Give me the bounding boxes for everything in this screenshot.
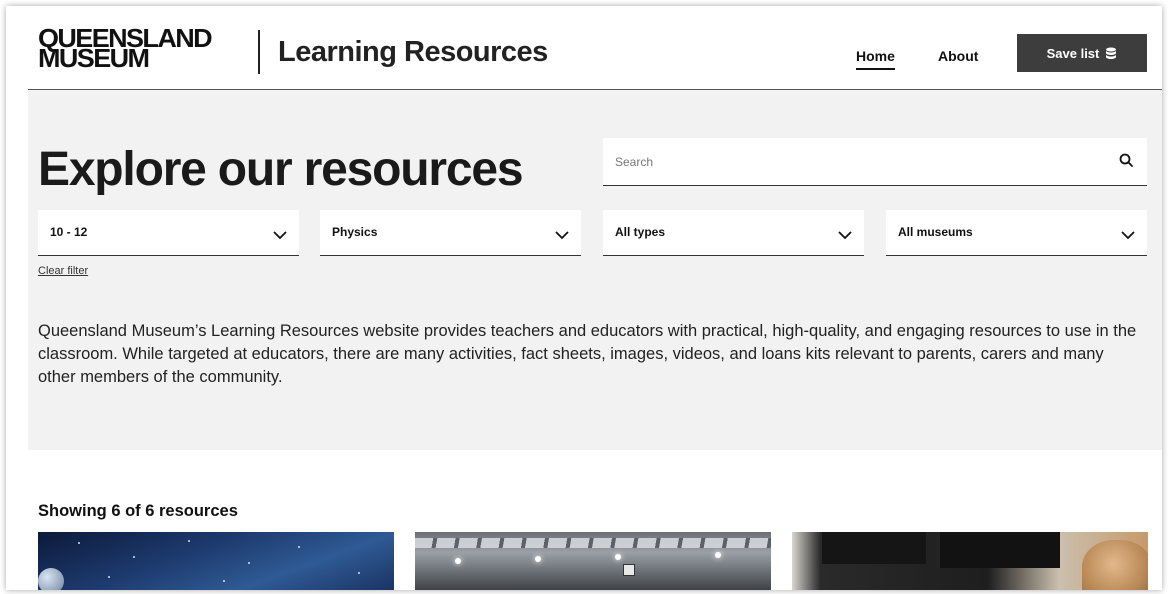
chevron-down-icon: [1121, 227, 1135, 245]
search-icon[interactable]: [1119, 153, 1133, 172]
chevron-down-icon: [555, 227, 569, 245]
nav-home-link[interactable]: Home: [856, 48, 895, 70]
filter-subject[interactable]: Physics: [320, 210, 581, 256]
chevron-down-icon: [273, 227, 287, 245]
browser-frame: QUEENSLAND MUSEUM Learning Resources Hom…: [6, 6, 1162, 590]
save-list-button[interactable]: Save list: [1017, 34, 1147, 72]
filter-year-level-value: 10 - 12: [50, 225, 88, 239]
resource-card-image[interactable]: [792, 532, 1148, 590]
save-list-label: Save list: [1046, 45, 1100, 61]
resource-card-image[interactable]: [415, 532, 771, 590]
page-title: Explore our resources: [38, 143, 524, 196]
filter-type-value: All types: [615, 225, 666, 239]
results-count: Showing 6 of 6 resources: [38, 502, 238, 520]
filter-museum[interactable]: All museums: [886, 210, 1147, 256]
site-header: QUEENSLAND MUSEUM Learning Resources Hom…: [28, 6, 1162, 90]
filter-year-level[interactable]: 10 - 12: [38, 210, 299, 256]
search-placeholder: Search: [615, 155, 654, 169]
header-divider: [258, 30, 260, 74]
monitor-graphic: [822, 532, 926, 564]
clear-filter-link[interactable]: Clear filter: [38, 265, 88, 277]
resource-card-image[interactable]: [38, 532, 394, 590]
search-input[interactable]: Search: [603, 138, 1147, 186]
filter-subject-value: Physics: [332, 225, 378, 239]
nav-about-link[interactable]: About: [938, 48, 978, 64]
person-graphic: [1082, 540, 1148, 590]
exit-sign-graphic: [623, 564, 635, 576]
chevron-down-icon: [838, 227, 852, 245]
monitor-graphic: [940, 532, 1060, 568]
planet-graphic: [38, 568, 64, 590]
site-title[interactable]: Learning Resources: [278, 36, 548, 69]
explore-panel: Explore our resources Search 10 - 12 Phy…: [28, 90, 1162, 450]
queensland-museum-logo[interactable]: QUEENSLAND MUSEUM: [38, 26, 213, 72]
database-icon: [1105, 47, 1117, 60]
filter-type[interactable]: All types: [603, 210, 864, 256]
roof-truss-graphic: [415, 538, 771, 548]
filter-museum-value: All museums: [898, 225, 973, 239]
intro-paragraph: Queensland Museum’s Learning Resources w…: [38, 322, 1137, 386]
